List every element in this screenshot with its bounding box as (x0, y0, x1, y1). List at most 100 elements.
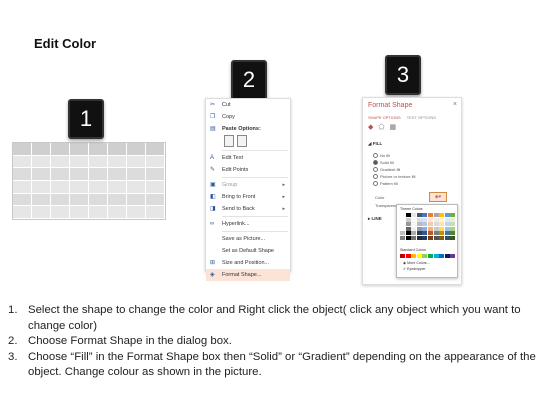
color-picker-button[interactable]: ◈▾ (429, 192, 447, 202)
theme-color-swatch[interactable] (400, 217, 405, 222)
theme-color-swatch[interactable] (450, 222, 456, 227)
menu-item-format-shape[interactable]: ◈ Format Shape... (206, 269, 290, 281)
fill-line-icon[interactable]: ◆ (368, 123, 373, 131)
theme-color-swatch[interactable] (400, 226, 405, 231)
theme-color-swatch[interactable] (427, 222, 433, 227)
menu-item-set-default-shape[interactable]: Set as Default Shape (206, 245, 290, 257)
theme-color-swatch[interactable] (427, 235, 433, 240)
tab-text-options[interactable]: TEXT OPTIONS (407, 115, 436, 120)
theme-color-swatch[interactable] (433, 231, 439, 236)
theme-color-swatch[interactable] (422, 235, 428, 240)
menu-item-group[interactable]: ▣ Group ▸ (206, 179, 290, 191)
menu-item-edit-points[interactable]: ✎ Edit Points (206, 164, 290, 176)
standard-color-swatch[interactable] (427, 254, 433, 258)
theme-color-swatch[interactable] (411, 226, 417, 231)
more-colors-option[interactable]: ◉ More Colors... (403, 261, 430, 265)
theme-color-swatch[interactable] (439, 213, 445, 217)
theme-color-swatch[interactable] (411, 222, 417, 227)
theme-color-swatch[interactable] (405, 235, 411, 240)
theme-color-swatch[interactable] (422, 217, 428, 222)
theme-color-swatch[interactable] (400, 235, 405, 240)
theme-color-swatch[interactable] (411, 213, 417, 217)
theme-color-swatch[interactable] (444, 226, 450, 231)
menu-item-copy[interactable]: ❐ Copy (206, 111, 290, 123)
theme-color-swatch[interactable] (422, 213, 428, 217)
radio-gradient-fill[interactable]: Gradient fill (373, 167, 400, 173)
theme-color-swatch[interactable] (444, 217, 450, 222)
theme-color-swatch[interactable] (416, 217, 422, 222)
eyedropper-option[interactable]: ✐ Eyedropper (403, 267, 426, 271)
theme-color-swatch[interactable] (411, 231, 417, 236)
theme-color-swatch[interactable] (405, 217, 411, 222)
fill-section-header[interactable]: ◢ FILL (368, 141, 382, 147)
theme-color-swatch[interactable] (450, 217, 456, 222)
paste-option-buttons[interactable] (206, 135, 290, 149)
theme-color-swatch[interactable] (450, 226, 456, 231)
theme-color-swatch[interactable] (433, 226, 439, 231)
theme-color-swatch[interactable] (416, 222, 422, 227)
standard-color-swatch[interactable] (411, 254, 417, 258)
theme-color-swatch[interactable] (405, 213, 411, 217)
standard-color-swatch[interactable] (450, 254, 456, 258)
menu-item-save-as-picture[interactable]: Save as Picture... (206, 233, 290, 245)
theme-color-swatch[interactable] (411, 235, 417, 240)
menu-item-edit-text[interactable]: A Edit Text (206, 152, 290, 164)
theme-color-swatch[interactable] (405, 226, 411, 231)
theme-color-swatch[interactable] (416, 213, 422, 217)
standard-color-swatch[interactable] (405, 254, 411, 258)
theme-color-swatch[interactable] (439, 222, 445, 227)
theme-color-swatch[interactable] (427, 217, 433, 222)
theme-color-swatch[interactable] (400, 222, 405, 227)
radio-picture-fill[interactable]: Picture or texture fill (373, 174, 415, 180)
theme-color-swatch[interactable] (439, 217, 445, 222)
menu-item-size-position[interactable]: ⊞ Size and Position... (206, 257, 290, 269)
theme-color-swatch[interactable] (439, 226, 445, 231)
menu-item-cut[interactable]: ✂ Cut (206, 99, 290, 111)
standard-color-row[interactable] (400, 254, 456, 258)
theme-color-swatch[interactable] (422, 222, 428, 227)
theme-color-grid[interactable] (400, 213, 456, 240)
theme-color-swatch[interactable] (433, 217, 439, 222)
theme-color-swatch[interactable] (433, 235, 439, 240)
theme-color-swatch[interactable] (411, 217, 417, 222)
theme-color-swatch[interactable] (405, 222, 411, 227)
standard-color-swatch[interactable] (439, 254, 445, 258)
radio-no-fill[interactable]: No fill (373, 153, 390, 159)
theme-color-swatch[interactable] (450, 235, 456, 240)
theme-color-swatch[interactable] (416, 231, 422, 236)
theme-color-swatch[interactable] (433, 222, 439, 227)
tab-shape-options[interactable]: SHAPE OPTIONS (368, 115, 401, 120)
theme-color-swatch[interactable] (416, 226, 422, 231)
menu-item-send-to-back[interactable]: ◨ Send to Back ▸ (206, 203, 290, 215)
theme-color-swatch[interactable] (400, 231, 405, 236)
theme-color-swatch[interactable] (427, 231, 433, 236)
standard-color-swatch[interactable] (433, 254, 439, 258)
theme-color-swatch[interactable] (444, 235, 450, 240)
theme-color-swatch[interactable] (427, 213, 433, 217)
standard-color-swatch[interactable] (422, 254, 428, 258)
standard-color-swatch[interactable] (416, 254, 422, 258)
theme-color-swatch[interactable] (427, 226, 433, 231)
menu-item-hyperlink[interactable]: ∞ Hyperlink... (206, 218, 290, 230)
size-properties-icon[interactable]: ▦ (389, 123, 396, 131)
radio-solid-fill[interactable]: Solid fill (373, 160, 394, 166)
effects-icon[interactable]: ⬠ (378, 123, 384, 131)
table-illustration[interactable] (12, 142, 166, 220)
close-icon[interactable]: × (453, 101, 457, 108)
menu-item-bring-to-front[interactable]: ◧ Bring to Front ▸ (206, 191, 290, 203)
line-section-header[interactable]: ▸ LINE (368, 216, 382, 222)
theme-color-swatch[interactable] (439, 231, 445, 236)
theme-color-swatch[interactable] (422, 226, 428, 231)
standard-color-swatch[interactable] (444, 254, 450, 258)
theme-color-swatch[interactable] (416, 235, 422, 240)
paste-keep-icon[interactable] (224, 135, 234, 147)
standard-color-swatch[interactable] (400, 254, 405, 258)
theme-color-swatch[interactable] (450, 231, 456, 236)
theme-color-swatch[interactable] (422, 231, 428, 236)
theme-color-swatch[interactable] (444, 213, 450, 217)
theme-color-swatch[interactable] (444, 222, 450, 227)
theme-color-swatch[interactable] (439, 235, 445, 240)
paste-picture-icon[interactable] (237, 135, 247, 147)
radio-pattern-fill[interactable]: Pattern fill (373, 181, 398, 187)
theme-color-swatch[interactable] (450, 213, 456, 217)
